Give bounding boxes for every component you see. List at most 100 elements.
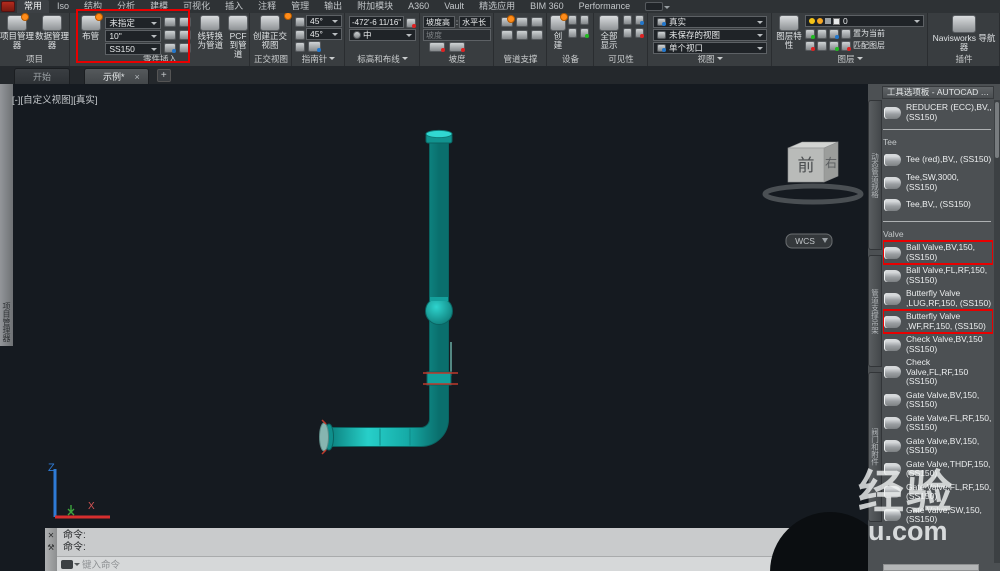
ribbon-tab-7[interactable]: 插入 xyxy=(218,0,250,13)
collapsed-palette-strip[interactable]: 项目管理器 xyxy=(0,84,13,346)
compass-angle-combo-2[interactable]: 45° xyxy=(306,28,342,40)
tool-palette-title[interactable]: 工具选项板 - AUTOCAD … xyxy=(882,86,994,99)
file-tab-start[interactable]: 开始 xyxy=(14,68,70,84)
palette-item[interactable]: Gate Valve,FL,RF,150,(SS150) xyxy=(883,481,993,504)
palette-item[interactable]: Check Valve,FL,RF,150(SS150) xyxy=(883,356,993,389)
layer-unlock-icon[interactable] xyxy=(817,41,827,51)
slope-rise-field[interactable]: 坡度高 xyxy=(423,16,455,28)
palette-spine-tab-2[interactable]: 管道支撑吊架 xyxy=(868,255,882,367)
palette-item[interactable]: Gate Valve,BV,150,(SS150) xyxy=(883,435,993,458)
pipe-model-3d[interactable] xyxy=(270,114,830,534)
ribbon-tab-3[interactable]: 结构 xyxy=(77,0,109,13)
stub-in-icon[interactable] xyxy=(179,17,191,27)
visibility-hide-icon[interactable] xyxy=(623,15,632,25)
navisworks-button[interactable]: Navisworks 导航器 xyxy=(932,15,996,52)
ribbon-tab-12[interactable]: A360 xyxy=(401,0,436,13)
show-all-button[interactable]: 全部显示 xyxy=(597,15,621,50)
viewcube[interactable]: 前 右 WCS xyxy=(758,126,868,261)
equipment-modify-icon[interactable] xyxy=(568,15,577,25)
equipment-convert-icon[interactable] xyxy=(580,28,589,38)
support-attach-icon[interactable] xyxy=(516,17,528,27)
support-edit-icon[interactable] xyxy=(531,30,543,40)
ribbon-tab-16[interactable]: Performance xyxy=(572,0,638,13)
command-input[interactable]: 键入命令 xyxy=(57,556,858,571)
palette-item[interactable]: Butterfly Valve,LUG,RF,150, (SS150) xyxy=(883,287,993,310)
palette-item[interactable]: REDUCER (ECC),BV,,(SS150) xyxy=(883,101,993,124)
slope-run-field[interactable]: 水平长 xyxy=(459,16,491,28)
ribbon-tab-8[interactable]: 注释 xyxy=(251,0,283,13)
palette-item[interactable]: Gate Valve,THDF,150,(SS150) xyxy=(883,458,993,481)
model-space-canvas[interactable]: 项目管理器 [-][自定义视图][真实] xyxy=(0,84,868,571)
ribbon-tab-14[interactable]: 精选应用 xyxy=(472,0,522,13)
file-tab-drawing[interactable]: 示例*× xyxy=(84,68,149,84)
compass-toggle-icon[interactable] xyxy=(295,17,305,27)
palette-spine-tab-3[interactable]: 阀门和附件 xyxy=(868,372,882,522)
ribbon-tab-2[interactable]: Iso xyxy=(50,0,76,13)
ribbon-tab-5[interactable]: 建模 xyxy=(143,0,175,13)
perpendicular-icon[interactable] xyxy=(164,30,176,40)
line-number-combo[interactable]: 未指定 xyxy=(105,17,161,29)
slope-binocular-icon-1[interactable] xyxy=(429,42,445,52)
named-views-combo[interactable]: 未保存的视图 xyxy=(653,29,767,41)
compass-snap-icon[interactable] xyxy=(295,30,305,40)
support-copy-icon[interactable] xyxy=(516,30,528,40)
ribbon-tab-10[interactable]: 输出 xyxy=(317,0,349,13)
command-close-icon[interactable]: ✕ xyxy=(48,532,55,540)
elevation-field[interactable]: -472'-6 11/16" xyxy=(349,16,404,28)
layer-freeze-icon[interactable] xyxy=(817,29,827,39)
layer-isolate-icon[interactable] xyxy=(829,29,839,39)
ribbon-tab-6[interactable]: 可视化 xyxy=(176,0,217,13)
palette-item[interactable]: Tee (red),BV,, (SS150) xyxy=(883,149,993,171)
elbow-tool-icon[interactable] xyxy=(179,30,191,40)
data-manager-button[interactable]: 数据管理器 xyxy=(35,15,69,50)
support-create-icon[interactable] xyxy=(501,17,513,27)
ribbon-tab-4[interactable]: 分析 xyxy=(110,0,142,13)
set-current-layer-button[interactable]: 置为当前 xyxy=(853,28,885,39)
project-manager-button[interactable]: 项目管理器 xyxy=(0,15,34,50)
new-tab-button[interactable]: + xyxy=(157,69,171,82)
support-move-icon[interactable] xyxy=(501,30,513,40)
layer-walk-icon[interactable] xyxy=(829,41,839,51)
match-layer-button[interactable]: 匹配图层 xyxy=(853,40,885,51)
visibility-end-icon[interactable] xyxy=(635,28,644,38)
ribbon-tab-11[interactable]: 附加模块 xyxy=(350,0,400,13)
layer-unisolate-icon[interactable] xyxy=(841,29,851,39)
compass-display-icon[interactable] xyxy=(308,41,321,52)
ribbon-display-toggle-icon[interactable] xyxy=(645,2,663,11)
palette-item[interactable]: Gate Valve,BV,150,(SS150) xyxy=(883,389,993,412)
ribbon-tab-1[interactable]: 常用 xyxy=(17,0,49,13)
join-tool-icon[interactable] xyxy=(179,43,191,53)
palette-item[interactable]: Tee,SW,3000, (SS150) xyxy=(883,171,993,194)
palette-spine-tab-1[interactable]: 动态管道规格 xyxy=(868,100,882,250)
palette-item[interactable]: Check Valve,BV,150(SS150) xyxy=(883,333,993,356)
layer-properties-button[interactable]: 图层特性 xyxy=(776,15,802,51)
viewport-controls-label[interactable]: [-][自定义视图][真实] xyxy=(12,92,98,106)
wcs-menu[interactable]: WCS xyxy=(786,234,832,248)
close-tab-icon[interactable]: × xyxy=(135,72,140,82)
slope-tool-icon[interactable] xyxy=(164,17,176,27)
palette-item[interactable]: Tee,BV,, (SS150) xyxy=(883,194,993,216)
ribbon-tab-9[interactable]: 管理 xyxy=(284,0,316,13)
command-wrench-icon[interactable]: ⚒ xyxy=(47,544,54,552)
equipment-detach-icon[interactable] xyxy=(568,28,577,38)
command-customize-icon[interactable] xyxy=(61,560,73,569)
palette-item[interactable]: Gate Valve,FL,RF,150,(SS150) xyxy=(883,412,993,435)
visual-style-combo[interactable]: 真实 xyxy=(653,16,767,28)
ribbon-tab-15[interactable]: BIM 360 xyxy=(523,0,571,13)
refresh-elevation-icon[interactable] xyxy=(406,18,416,28)
palette-item[interactable]: Gate Valve,SW,150,(SS150) xyxy=(883,504,993,527)
justification-combo[interactable]: 中 xyxy=(349,29,416,41)
layer-combo[interactable]: 0 xyxy=(805,15,924,27)
palette-scrollbar[interactable] xyxy=(994,100,1000,563)
layer-off-icon[interactable] xyxy=(805,29,815,39)
support-detach-icon[interactable] xyxy=(531,17,543,27)
palette-bottom-bar[interactable] xyxy=(883,564,979,571)
palette-item[interactable]: Ball Valve,FL,RF,150,(SS150) xyxy=(883,264,993,287)
command-window-grip[interactable]: ✕ ⚒ xyxy=(45,528,57,571)
command-window[interactable]: ✕ ⚒ 命令: 命令: 键入命令 xyxy=(45,528,858,571)
app-icon[interactable] xyxy=(1,1,15,12)
compass-angle-combo-1[interactable]: 45° xyxy=(306,15,342,27)
palette-item[interactable]: Ball Valve,BV,150,(SS150) xyxy=(883,241,993,264)
layer-match-icon[interactable] xyxy=(841,41,851,51)
equipment-create-button[interactable]: 创建 xyxy=(550,15,566,50)
